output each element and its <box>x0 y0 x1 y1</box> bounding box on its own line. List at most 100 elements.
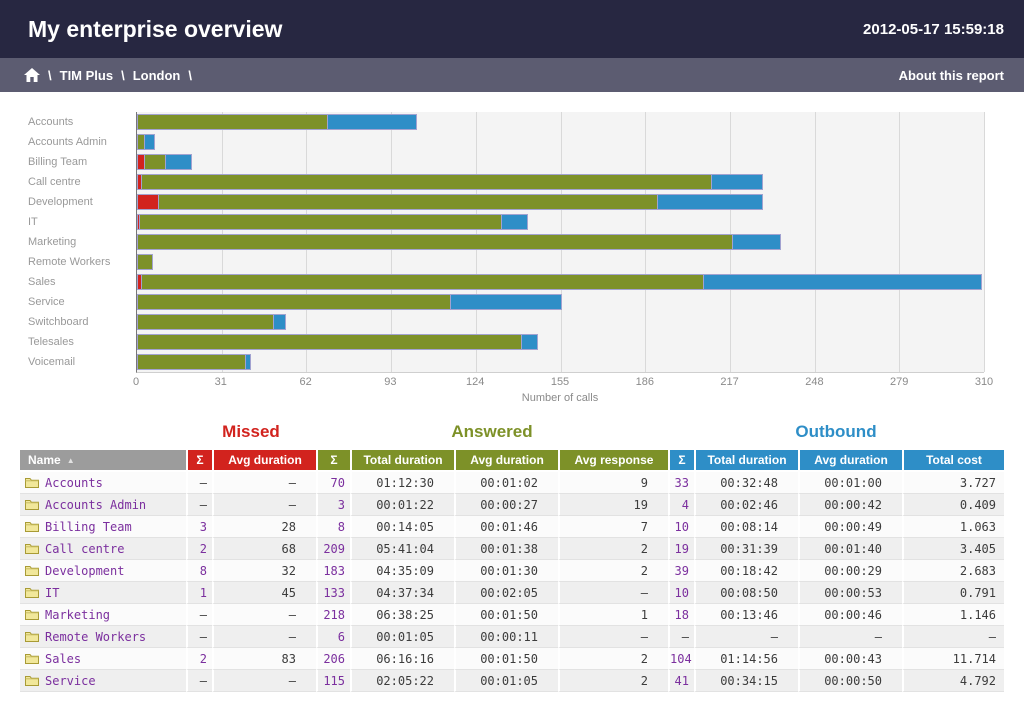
cell-missed-sum[interactable]: 3 <box>186 516 212 538</box>
cell-outbound-avg-duration: – <box>798 626 902 648</box>
chart-category-label: Billing Team <box>28 156 88 168</box>
group-name-link[interactable]: Sales <box>20 648 186 670</box>
cell-outbound-sum[interactable]: 33 <box>668 472 694 494</box>
column-header-outbound-sum[interactable]: Σ <box>668 450 694 472</box>
cell-answered-sum[interactable]: 3 <box>316 494 350 516</box>
cell-missed-sum[interactable]: 2 <box>186 538 212 560</box>
column-header-name[interactable]: Name ▲ <box>20 450 186 472</box>
bar-segment-answered[interactable] <box>137 294 452 310</box>
bar-segment-outbound[interactable] <box>731 234 781 250</box>
bar-segment-answered[interactable] <box>144 154 167 170</box>
cell-answered-sum[interactable]: 218 <box>316 604 350 626</box>
column-header-answered-avg-response[interactable]: Avg response <box>558 450 668 472</box>
group-name-link[interactable]: Billing Team <box>20 516 186 538</box>
column-header-outbound-avg-duration[interactable]: Avg duration <box>798 450 902 472</box>
group-name-link[interactable]: Remote Workers <box>20 626 186 648</box>
bar-segment-outbound[interactable] <box>450 294 563 310</box>
cell-outbound-sum[interactable]: 104 <box>668 648 694 670</box>
cell-outbound-total-duration: 00:18:42 <box>694 560 798 582</box>
cell-answered-avg-response: – <box>558 626 668 648</box>
sort-asc-icon: ▲ <box>66 456 75 465</box>
cell-missed-sum[interactable]: 1 <box>186 582 212 604</box>
cell-outbound-avg-duration: 00:00:43 <box>798 648 902 670</box>
about-this-report-link[interactable]: About this report <box>899 68 1004 83</box>
cell-answered-sum[interactable]: 8 <box>316 516 350 538</box>
column-header-outbound-total-cost[interactable]: Total cost <box>902 450 1004 472</box>
cell-answered-total-duration: 00:01:22 <box>350 494 454 516</box>
chart-row <box>137 312 984 332</box>
group-name-link[interactable]: Service <box>20 670 186 692</box>
bar-segment-missed[interactable] <box>137 194 159 210</box>
bar-segment-answered[interactable] <box>137 234 733 250</box>
cell-answered-sum[interactable]: 209 <box>316 538 350 560</box>
column-header-outbound-total-duration[interactable]: Total duration <box>694 450 798 472</box>
bar-segment-answered[interactable] <box>138 214 503 230</box>
cell-answered-sum[interactable]: 206 <box>316 648 350 670</box>
cell-answered-sum[interactable]: 6 <box>316 626 350 648</box>
breadcrumb-item-tim-plus[interactable]: TIM Plus <box>60 68 113 83</box>
cell-outbound-sum[interactable]: 39 <box>668 560 694 582</box>
column-header-answered-sum[interactable]: Σ <box>316 450 350 472</box>
group-name-link[interactable]: Accounts <box>20 472 186 494</box>
group-name-link[interactable]: Development <box>20 560 186 582</box>
chart-category-label: Accounts <box>28 116 74 128</box>
cell-missed-avg-duration: 32 <box>212 560 316 582</box>
home-icon[interactable] <box>24 68 40 82</box>
bar-segment-answered[interactable] <box>137 114 329 130</box>
bar-segment-answered[interactable] <box>137 314 274 330</box>
cell-missed-sum: – <box>186 472 212 494</box>
cell-answered-avg-duration: 00:01:30 <box>454 560 558 582</box>
bar-segment-outbound[interactable] <box>245 354 251 370</box>
chart-row <box>137 152 984 172</box>
column-header-answered-avg-duration[interactable]: Avg duration <box>454 450 558 472</box>
cell-outbound-sum[interactable]: 4 <box>668 494 694 516</box>
cell-outbound-sum[interactable]: 18 <box>668 604 694 626</box>
cell-answered-total-duration: 02:05:22 <box>350 670 454 692</box>
bar-segment-outbound[interactable] <box>703 274 982 290</box>
cell-answered-sum[interactable]: 70 <box>316 472 350 494</box>
cell-missed-sum[interactable]: 2 <box>186 648 212 670</box>
bar-segment-outbound[interactable] <box>656 194 764 210</box>
column-header-answered-total-duration[interactable]: Total duration <box>350 450 454 472</box>
cell-outbound-sum[interactable]: 41 <box>668 670 694 692</box>
chart-row <box>137 172 984 192</box>
cell-answered-avg-duration: 00:01:38 <box>454 538 558 560</box>
cell-outbound-sum[interactable]: 10 <box>668 582 694 604</box>
cell-answered-total-duration: 06:16:16 <box>350 648 454 670</box>
bar-segment-outbound[interactable] <box>327 114 418 130</box>
group-name-link[interactable]: IT <box>20 582 186 604</box>
table-row: Marketing – –218 06:38:25 00:01:50 1 18 00:13:4… <box>20 604 1004 626</box>
group-name-link[interactable]: Accounts Admin <box>20 494 186 516</box>
bar-segment-outbound[interactable] <box>165 154 193 170</box>
breadcrumb-separator: \ <box>188 67 192 83</box>
bar-segment-outbound[interactable] <box>144 134 156 150</box>
x-axis-tick: 155 <box>550 376 570 388</box>
x-axis-tick: 31 <box>214 376 227 388</box>
cell-answered-sum[interactable]: 115 <box>316 670 350 692</box>
table-row: Call centre 2 68 209 05:41:04 00:01:38 2 19 00:3… <box>20 538 1004 560</box>
bar-segment-answered[interactable] <box>141 174 713 190</box>
cell-answered-sum[interactable]: 133 <box>316 582 350 604</box>
group-name-link[interactable]: Marketing <box>20 604 186 626</box>
bar-segment-answered[interactable] <box>137 354 247 370</box>
cell-outbound-sum[interactable]: 19 <box>668 538 694 560</box>
bar-segment-answered[interactable] <box>141 274 705 290</box>
cell-outbound-sum[interactable]: 10 <box>668 516 694 538</box>
group-name-link[interactable]: Call centre <box>20 538 186 560</box>
bar-segment-answered[interactable] <box>137 334 523 350</box>
column-header-missed-avg-duration[interactable]: Avg duration <box>212 450 316 472</box>
bar-stack <box>137 154 193 170</box>
breadcrumb-item-london[interactable]: London <box>133 68 181 83</box>
bar-segment-answered[interactable] <box>157 194 658 210</box>
chart-category-labels: Accounts Accounts Admin Billing Team Call c… <box>0 112 136 373</box>
bar-segment-answered[interactable] <box>137 254 154 270</box>
cell-answered-sum[interactable]: 183 <box>316 560 350 582</box>
bar-segment-outbound[interactable] <box>272 314 287 330</box>
cell-missed-avg-duration: – <box>212 626 316 648</box>
bar-segment-outbound[interactable] <box>711 174 764 190</box>
chart-plot <box>136 112 985 373</box>
bar-segment-outbound[interactable] <box>521 334 538 350</box>
column-header-missed-sum[interactable]: Σ <box>186 450 212 472</box>
cell-missed-sum[interactable]: 8 <box>186 560 212 582</box>
bar-segment-outbound[interactable] <box>501 214 529 230</box>
